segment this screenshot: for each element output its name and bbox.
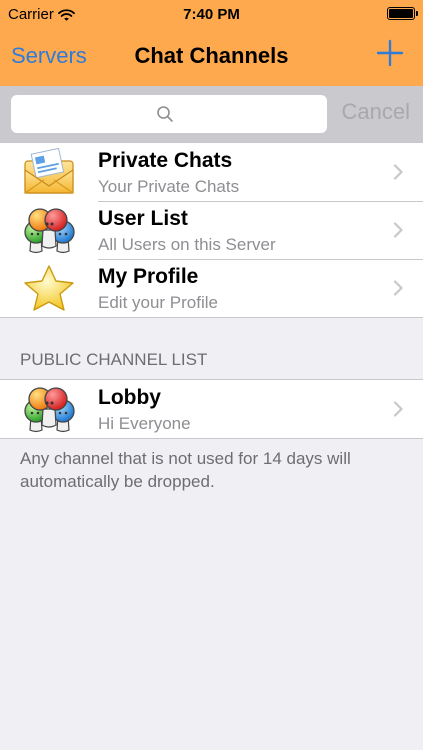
menu-item-subtitle: Edit your Profile [98, 293, 218, 312]
users-icon [24, 387, 75, 433]
menu-item-my-profile[interactable]: My Profile Edit your Profile [0, 259, 423, 317]
channel-item-title: Lobby [98, 386, 161, 409]
public-channel-list: Lobby Hi Everyone [0, 379, 423, 439]
search-input[interactable] [11, 95, 327, 133]
search-cancel-button[interactable]: Cancel [342, 99, 410, 125]
envelope-icon [24, 148, 74, 194]
main-menu-list: Private Chats Your Private Chats User Li… [0, 142, 423, 318]
chevron-right-icon [393, 401, 403, 417]
star-icon [24, 265, 74, 311]
menu-item-private-chats[interactable]: Private Chats Your Private Chats [0, 143, 423, 201]
search-icon [157, 106, 173, 122]
channel-list-footer-note: Any channel that is not used for 14 days… [20, 449, 351, 491]
navigation-bar: Servers Chat Channels [0, 28, 423, 86]
menu-item-subtitle: All Users on this Server [98, 235, 276, 254]
menu-item-title: User List [98, 207, 188, 230]
navigation-header: Carrier 7:40 PM Servers Chat Channels [0, 0, 423, 86]
menu-item-title: Private Chats [98, 149, 233, 172]
chevron-right-icon [393, 280, 403, 296]
status-time: 7:40 PM [183, 6, 240, 23]
status-bar: Carrier 7:40 PM [0, 0, 423, 28]
chevron-right-icon [393, 164, 403, 180]
chevron-right-icon [393, 222, 403, 238]
add-channel-button[interactable] [373, 36, 407, 70]
menu-item-title: My Profile [98, 265, 199, 288]
plus-icon [376, 39, 404, 67]
users-icon [24, 208, 75, 254]
menu-item-user-list[interactable]: User List All Users on this Server [0, 201, 423, 259]
menu-item-subtitle: Your Private Chats [98, 177, 240, 196]
section-header-public-channels: PUBLIC CHANNEL LIST [20, 350, 208, 369]
battery-icon [387, 7, 418, 20]
channel-item-subtitle: Hi Everyone [98, 414, 191, 433]
channel-item-lobby[interactable]: Lobby Hi Everyone [0, 380, 423, 438]
servers-back-button[interactable]: Servers [11, 43, 87, 69]
search-bar: Cancel [0, 86, 423, 142]
